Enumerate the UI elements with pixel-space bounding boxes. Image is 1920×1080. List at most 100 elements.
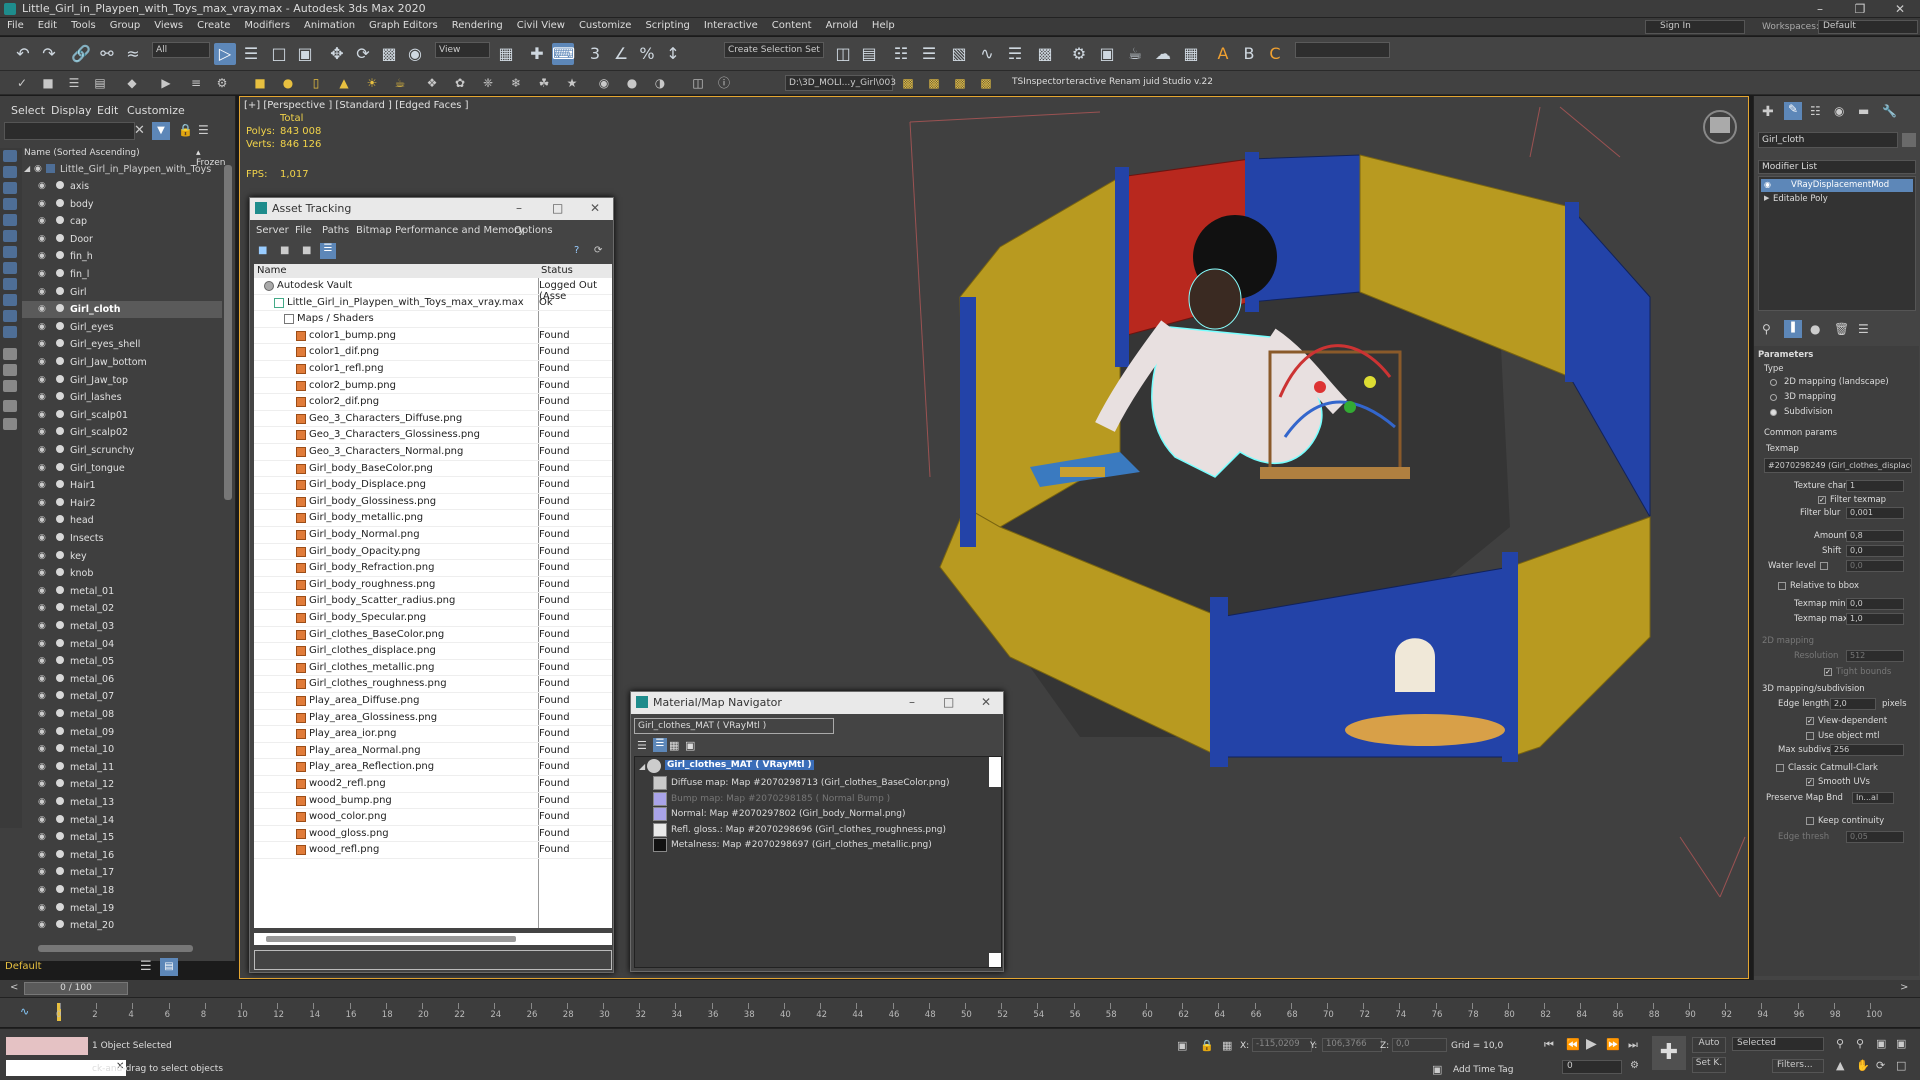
asset-row[interactable]: Girl_body_Displace.png Found xyxy=(254,477,612,494)
keep-continuity-checkbox[interactable] xyxy=(1806,817,1814,825)
key-filters-button[interactable]: Filters... xyxy=(1772,1059,1824,1073)
eye-icon[interactable]: ◉ xyxy=(38,339,46,349)
tree-item[interactable]: ◉ metal_18 xyxy=(22,882,222,899)
rect-selection-icon[interactable]: □ xyxy=(268,43,290,65)
water-level-checkbox[interactable] xyxy=(1820,562,1828,570)
eye-icon[interactable]: ◉ xyxy=(38,832,46,842)
select-manipulate-icon[interactable]: ✚ xyxy=(526,43,548,65)
asset-row[interactable]: Girl_clothes_BaseColor.png Found xyxy=(254,627,612,644)
view-dependent-checkbox[interactable]: ✓ xyxy=(1806,717,1814,725)
eye-icon[interactable]: ◉ xyxy=(38,251,46,261)
asset-path-input[interactable] xyxy=(254,950,612,970)
modifier-list-dropdown[interactable]: Modifier List xyxy=(1758,160,1916,174)
schematic-view-icon[interactable]: ☴ xyxy=(1004,43,1026,65)
filter-bones-icon[interactable] xyxy=(3,278,17,290)
eye-icon[interactable]: ◉ xyxy=(38,779,46,789)
expand-arrow-icon[interactable]: ▶ xyxy=(1764,194,1769,202)
tree-item[interactable]: ◉ metal_08 xyxy=(22,706,222,723)
asset-row[interactable]: Play_area_ior.png Found xyxy=(254,726,612,743)
tree-item[interactable]: ◉ Girl_Jaw_top xyxy=(22,372,222,389)
eye-icon[interactable]: ◉ xyxy=(38,867,46,877)
tool-icon[interactable]: ✿ xyxy=(452,75,468,91)
add-time-tag-button[interactable]: Add Time Tag xyxy=(1453,1065,1513,1075)
asset-row[interactable]: Play_area_Reflection.png Found xyxy=(254,759,612,776)
filter-geometry-icon[interactable] xyxy=(3,150,17,162)
asset-tracking-titlebar[interactable]: Asset Tracking – □ ✕ xyxy=(250,198,613,220)
object-name-field[interactable]: Girl_cloth xyxy=(1758,132,1898,148)
asset-row[interactable]: wood_refl.png Found xyxy=(254,842,612,859)
next-key-icon[interactable]: ⏩ xyxy=(1606,1038,1620,1051)
filter-lights-icon[interactable] xyxy=(3,182,17,194)
time-config-icon[interactable]: ⚙ xyxy=(1630,1060,1639,1071)
scene-explorer-icon[interactable]: ☷ xyxy=(890,43,912,65)
unlink-icon[interactable]: ⚯ xyxy=(96,43,118,65)
filter-groups-icon[interactable] xyxy=(3,246,17,258)
dialog-close-button[interactable]: ✕ xyxy=(981,695,991,709)
lock-icon[interactable]: 🔒 xyxy=(178,123,193,137)
timeline-track[interactable]: ∿ xyxy=(0,997,1920,1027)
view-details-icon[interactable]: ■ xyxy=(302,245,311,256)
tree-item[interactable]: ◉ Hair1 xyxy=(22,477,222,494)
asset-row[interactable]: color1_dif.png Found xyxy=(254,344,612,361)
menu-graph-editors[interactable]: Graph Editors xyxy=(362,18,445,31)
tool-icon[interactable]: ◉ xyxy=(596,75,612,91)
zoom-extents-icon[interactable]: ▣ xyxy=(1876,1037,1886,1050)
ref-coord-dropdown[interactable]: View xyxy=(435,42,490,58)
explorer-h-scrollbar[interactable] xyxy=(38,945,193,952)
tree-item[interactable]: ◉ metal_15 xyxy=(22,829,222,846)
curve-editor-toggle-icon[interactable]: ∿ xyxy=(20,1005,29,1018)
col-name[interactable]: Name xyxy=(257,265,287,276)
mirror-icon[interactable]: ◫ xyxy=(832,43,854,65)
refresh-icon[interactable]: ⟳ xyxy=(594,245,602,256)
tool-icon[interactable]: ◑ xyxy=(652,75,668,91)
tool-icon[interactable]: ▩ xyxy=(926,75,942,91)
rotate-icon[interactable]: ⟳ xyxy=(352,43,374,65)
zoom-icon[interactable]: ⚲ xyxy=(1836,1037,1844,1050)
tool-icon[interactable]: ☰ xyxy=(66,75,82,91)
asset-row[interactable]: wood_color.png Found xyxy=(254,809,612,826)
tree-item[interactable]: ◉ Girl_scalp01 xyxy=(22,407,222,424)
tab-edit[interactable]: Edit xyxy=(97,104,118,117)
eye-icon[interactable]: ◉ xyxy=(38,515,46,525)
menu-scripting[interactable]: Scripting xyxy=(638,18,696,31)
explorer-search-input[interactable] xyxy=(4,122,135,140)
tree-root[interactable]: ◢ ◉ Little_Girl_in_Playpen_with_Toys xyxy=(22,161,222,178)
col-status[interactable]: Status xyxy=(541,265,573,276)
eye-icon[interactable]: ◉ xyxy=(38,691,46,701)
tree-item[interactable]: ◉ body xyxy=(22,196,222,213)
filter-blur-spinner[interactable]: 0,001 xyxy=(1846,507,1904,519)
tool-icon[interactable]: ⚙ xyxy=(214,75,230,91)
eye-icon[interactable]: ◉ xyxy=(34,164,42,174)
texture-chan-spinner[interactable]: 1 xyxy=(1846,480,1904,492)
filter-hidden-icon[interactable] xyxy=(3,326,17,338)
tree-item[interactable]: ◉ metal_19 xyxy=(22,900,222,917)
create-tab-icon[interactable]: ✚ xyxy=(1762,104,1774,120)
select-by-name-icon[interactable]: ☰ xyxy=(240,43,262,65)
map-item[interactable]: Metalness: Map #2070298697 (Girl_clothes… xyxy=(671,840,932,850)
asset-h-scrollbar[interactable] xyxy=(266,936,516,942)
prev-frame-icon[interactable]: < xyxy=(10,982,18,993)
eye-icon[interactable]: ◉ xyxy=(38,727,46,737)
tree-item[interactable]: ◉ metal_03 xyxy=(22,618,222,635)
minimize-button[interactable]: – xyxy=(1800,0,1840,18)
eye-icon[interactable]: ◉ xyxy=(38,656,46,666)
eye-icon[interactable]: ◉ xyxy=(38,234,46,244)
eye-icon[interactable]: ◉ xyxy=(38,920,46,930)
eye-icon[interactable]: ◉ xyxy=(38,287,46,297)
tool-icon[interactable]: ⓘ xyxy=(716,75,732,91)
next-frame-icon[interactable]: > xyxy=(1900,982,1908,993)
selection-set-dropdown[interactable]: Create Selection Set xyxy=(724,42,824,58)
percent-snap-icon[interactable]: % xyxy=(636,43,658,65)
filter-options-icon[interactable] xyxy=(3,418,17,430)
curve-editor-icon[interactable]: ∿ xyxy=(976,43,998,65)
eye-icon[interactable]: ◉ xyxy=(38,410,46,420)
tree-item[interactable]: ◉ metal_01 xyxy=(22,583,222,600)
tree-item[interactable]: ◉ metal_11 xyxy=(22,759,222,776)
max-subdivs-spinner[interactable]: 256 xyxy=(1830,744,1904,756)
z-coord-field[interactable]: 0,0 xyxy=(1392,1038,1447,1052)
tree-item[interactable]: ◉ Girl_scalp02 xyxy=(22,424,222,441)
render-icon[interactable]: ☕ xyxy=(1124,43,1146,65)
orbit-icon[interactable]: ⟳ xyxy=(1876,1059,1885,1072)
align-icon[interactable]: ▤ xyxy=(858,43,880,65)
x-coord-field[interactable]: -115,0209 xyxy=(1252,1038,1312,1052)
